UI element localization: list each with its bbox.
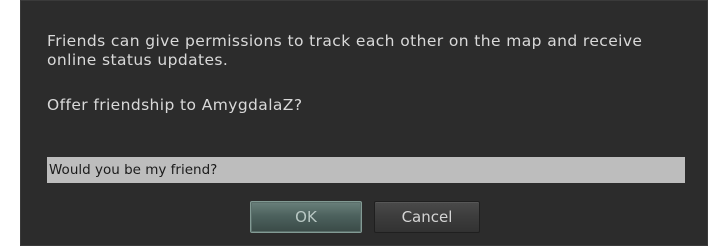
friend-message-input[interactable]	[47, 157, 685, 183]
friendship-question: Offer friendship to AmygdalaZ?	[47, 96, 303, 114]
friendship-offer-dialog: Friends can give permissions to track ea…	[20, 0, 708, 246]
cancel-button[interactable]: Cancel	[374, 201, 480, 233]
ok-button[interactable]: OK	[250, 201, 362, 233]
dialog-message: Friends can give permissions to track ea…	[47, 32, 643, 69]
